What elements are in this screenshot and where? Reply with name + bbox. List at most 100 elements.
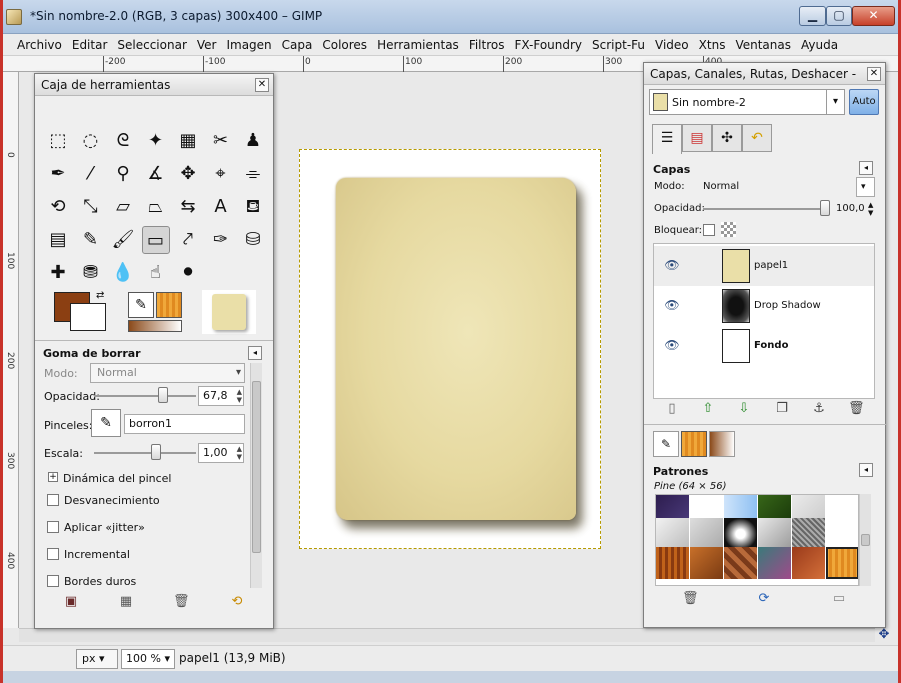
tool-button[interactable]: ⬚ bbox=[44, 127, 72, 155]
menu-filtros[interactable]: Filtros bbox=[469, 34, 505, 55]
duplicate-layer-icon[interactable]: ❐ bbox=[774, 401, 790, 417]
pattern-swatch[interactable] bbox=[656, 518, 689, 550]
brush-preview-icon[interactable]: ✎ bbox=[128, 292, 154, 318]
patterns-scrollbar[interactable] bbox=[859, 494, 871, 586]
option-checkbox[interactable] bbox=[47, 521, 59, 533]
tab-gradients[interactable] bbox=[709, 431, 735, 457]
tab-patterns[interactable] bbox=[681, 431, 707, 457]
pattern-swatch[interactable] bbox=[826, 547, 858, 579]
dock-close-button[interactable]: ✕ bbox=[867, 67, 881, 81]
tool-button[interactable]: ▦ bbox=[174, 127, 202, 155]
image-selector[interactable]: Sin nombre-2 ▾ bbox=[649, 89, 845, 115]
pattern-swatch[interactable] bbox=[792, 495, 825, 521]
tool-button[interactable]: A bbox=[207, 193, 235, 221]
patterns-menu-icon[interactable]: ◂ bbox=[859, 463, 873, 477]
zoom-select[interactable]: 100 % ▾ bbox=[121, 649, 175, 669]
menu-imagen[interactable]: Imagen bbox=[226, 34, 271, 55]
layer-mode-value[interactable]: Normal bbox=[703, 181, 739, 192]
tool-button[interactable]: ✦ bbox=[142, 127, 170, 155]
tool-button[interactable]: ✥ bbox=[174, 160, 202, 188]
menu-herramientas[interactable]: Herramientas bbox=[377, 34, 459, 55]
delete-pattern-icon[interactable]: 🗑 bbox=[682, 591, 699, 607]
option-checkbox[interactable] bbox=[47, 494, 59, 506]
swap-colors-icon[interactable]: ⇄ bbox=[96, 290, 104, 301]
expand-icon[interactable]: + bbox=[48, 472, 58, 482]
tool-button[interactable]: ⏢ bbox=[142, 193, 170, 221]
pattern-swatch[interactable] bbox=[758, 518, 791, 550]
tool-button[interactable]: ⤡ bbox=[77, 193, 105, 221]
layer-row[interactable]: 👁 Fondo bbox=[654, 326, 874, 366]
menu-ver[interactable]: Ver bbox=[197, 34, 217, 55]
option-checkbox[interactable] bbox=[47, 575, 59, 587]
options-menu-icon[interactable]: ◂ bbox=[248, 346, 262, 360]
tool-button[interactable]: ⁄ bbox=[77, 160, 105, 188]
pattern-swatch[interactable] bbox=[792, 518, 825, 550]
vertical-ruler[interactable]: 0100200300400500 bbox=[3, 72, 19, 669]
tool-button[interactable]: ▱ bbox=[109, 193, 137, 221]
tab-paths[interactable]: ✣ bbox=[712, 124, 742, 152]
tool-button[interactable]: ⟲ bbox=[44, 193, 72, 221]
layer-row[interactable]: 👁 papel1 bbox=[654, 246, 874, 286]
tool-button[interactable]: ⤤ bbox=[174, 226, 202, 254]
layer-row[interactable]: 👁 Drop Shadow bbox=[654, 286, 874, 326]
menu-editar[interactable]: Editar bbox=[72, 34, 108, 55]
refresh-patterns-icon[interactable]: ⟳ bbox=[756, 591, 772, 607]
open-folder-icon[interactable]: ▭ bbox=[831, 591, 847, 607]
layer-mode-dropdown[interactable]: ▾ bbox=[856, 177, 875, 197]
active-image-preview[interactable] bbox=[202, 290, 256, 334]
layer-opacity-value[interactable]: 100,0 bbox=[836, 203, 865, 214]
close-button[interactable]: ✕ bbox=[852, 6, 895, 26]
tool-button[interactable]: 💧 bbox=[109, 259, 137, 287]
scale-spinner[interactable]: 1,00 ▲ ▼ bbox=[198, 443, 244, 463]
menu-video[interactable]: Video bbox=[655, 34, 689, 55]
patterns-scrollbar-thumb[interactable] bbox=[861, 534, 870, 546]
menu-xtns[interactable]: Xtns bbox=[699, 34, 726, 55]
tool-button[interactable]: ✎ bbox=[77, 226, 105, 254]
pattern-swatch[interactable] bbox=[724, 518, 757, 550]
brush-select-button[interactable]: ✎ bbox=[91, 409, 121, 437]
tool-button[interactable]: ✂ bbox=[207, 127, 235, 155]
pattern-swatch[interactable] bbox=[690, 495, 723, 521]
pattern-swatch[interactable] bbox=[690, 518, 723, 550]
options-scrollbar-thumb[interactable] bbox=[252, 381, 261, 553]
eye-icon[interactable]: 👁 bbox=[664, 298, 680, 312]
pattern-swatch[interactable] bbox=[724, 495, 757, 521]
opacity-slider[interactable] bbox=[94, 395, 196, 397]
menu-colores[interactable]: Colores bbox=[322, 34, 367, 55]
tool-button[interactable]: ◌ bbox=[77, 127, 105, 155]
tool-button[interactable]: ∡ bbox=[142, 160, 170, 188]
menu-fx-foundry[interactable]: FX-Foundry bbox=[514, 34, 582, 55]
navigate-icon[interactable]: ✥ bbox=[875, 628, 893, 642]
layer-opacity-slider[interactable] bbox=[703, 208, 827, 210]
lock-alpha-icon[interactable] bbox=[721, 222, 736, 237]
pattern-swatch[interactable] bbox=[656, 547, 689, 579]
anchor-layer-icon[interactable]: ⚓ bbox=[811, 401, 827, 417]
scale-slider-handle[interactable] bbox=[151, 444, 161, 460]
raise-layer-icon[interactable]: ⇧ bbox=[700, 401, 716, 417]
menu-script-fu[interactable]: Script-Fu bbox=[592, 34, 645, 55]
pattern-swatch[interactable] bbox=[656, 495, 689, 521]
pattern-swatch[interactable] bbox=[724, 547, 757, 579]
layers-menu-icon[interactable]: ◂ bbox=[859, 161, 873, 175]
toolbox-close-button[interactable]: ✕ bbox=[255, 78, 269, 92]
brush-name-field[interactable]: borron1 bbox=[124, 414, 245, 434]
tool-button[interactable]: ⛁ bbox=[239, 226, 267, 254]
delete-layer-icon[interactable]: 🗑 bbox=[848, 401, 865, 417]
tool-button[interactable]: ♟ bbox=[239, 127, 267, 155]
eye-icon[interactable]: 👁 bbox=[664, 258, 680, 272]
tool-button[interactable]: ᘓ bbox=[109, 127, 137, 155]
pattern-swatch[interactable] bbox=[690, 547, 723, 579]
tool-button[interactable]: ▤ bbox=[44, 226, 72, 254]
tool-button[interactable]: ⚲ bbox=[109, 160, 137, 188]
gradient-preview[interactable] bbox=[128, 320, 182, 332]
tool-button[interactable]: ☝ bbox=[142, 259, 170, 287]
menu-ayuda[interactable]: Ayuda bbox=[801, 34, 838, 55]
layer-opacity-handle[interactable] bbox=[820, 200, 830, 216]
tool-button[interactable]: ⇆ bbox=[174, 193, 202, 221]
tool-button[interactable]: ⌯ bbox=[239, 160, 267, 188]
menu-capa[interactable]: Capa bbox=[282, 34, 313, 55]
eye-icon[interactable]: 👁 bbox=[664, 338, 680, 352]
horizontal-scrollbar[interactable] bbox=[19, 628, 875, 642]
opacity-slider-handle[interactable] bbox=[158, 387, 169, 403]
auto-button[interactable]: Auto bbox=[849, 89, 879, 115]
